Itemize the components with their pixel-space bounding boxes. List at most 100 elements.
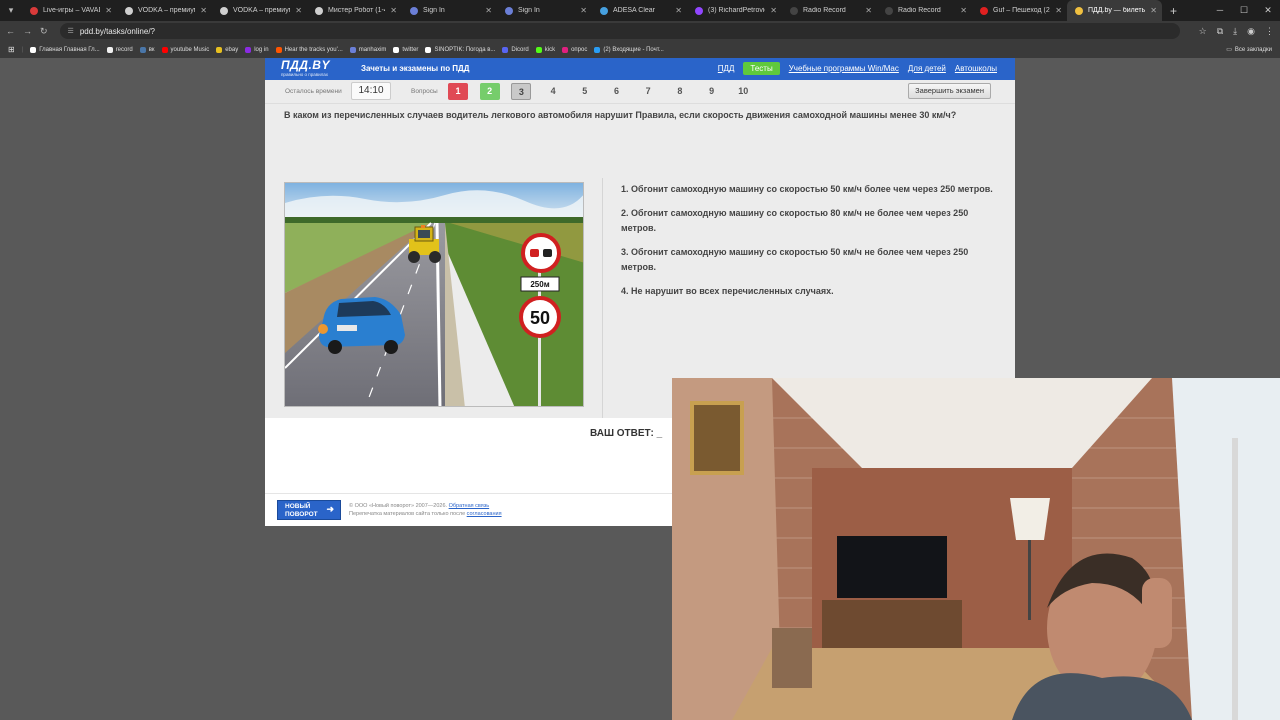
bookmark-item[interactable]: опрос <box>562 46 588 53</box>
tab-close-icon[interactable]: ✕ <box>960 6 967 15</box>
browser-tab[interactable]: Radio Record ✕ <box>782 0 877 21</box>
nav-item[interactable]: Для детей <box>908 64 946 73</box>
menu-icon[interactable]: ⋮ <box>1265 26 1274 37</box>
browser-tab[interactable]: Мистер Робот (1-4 сез ✕ <box>307 0 402 21</box>
divider <box>602 178 603 418</box>
bookmark-favicon-icon <box>594 46 601 53</box>
nav-item[interactable]: ПДД <box>718 64 735 73</box>
question-number-button[interactable]: 10 <box>733 83 753 100</box>
download-icon[interactable]: ⤓ <box>1233 26 1237 37</box>
feedback-link[interactable]: Обратная связь <box>449 503 490 509</box>
bookmark-item[interactable]: twitter <box>393 46 418 53</box>
question-number-button[interactable]: 1 <box>448 83 468 100</box>
tab-close-icon[interactable]: ✕ <box>580 6 587 15</box>
new-tab-button[interactable]: + <box>1162 4 1185 18</box>
question-number-button[interactable]: 2 <box>479 83 500 100</box>
reload-icon[interactable]: ↻ <box>40 26 48 37</box>
bookmark-item[interactable]: kick <box>535 46 556 53</box>
site-info-icon[interactable]: ☰ <box>68 27 74 35</box>
bookmark-item[interactable]: ebay <box>216 46 238 53</box>
bookmark-label: kick <box>544 46 556 53</box>
nav-item[interactable]: Тесты <box>743 62 780 75</box>
agreement-link[interactable]: согласования <box>467 511 502 517</box>
answer-option[interactable]: 4. Не нарушит во всех перечисленных случ… <box>621 284 1001 299</box>
browser-tab[interactable]: VODKA – премиум онл ✕ <box>212 0 307 21</box>
browser-tab[interactable]: Sign In ✕ <box>402 0 497 21</box>
pdd-logo[interactable]: ПДД.BY правильно о правилах <box>281 58 355 80</box>
bookmark-favicon-icon <box>30 46 37 53</box>
tab-favicon-icon <box>125 6 133 15</box>
close-window-icon[interactable]: ✕ <box>1256 0 1280 21</box>
maximize-icon[interactable]: ☐ <box>1232 0 1256 21</box>
question-number-button[interactable]: 8 <box>670 83 690 100</box>
tab-close-icon[interactable]: ✕ <box>200 6 207 15</box>
tab-close-icon[interactable]: ✕ <box>675 6 682 15</box>
bookmark-item[interactable]: log in <box>245 46 269 53</box>
nav-item[interactable]: Автошколы <box>955 64 997 73</box>
tab-title: Guf – Пешеход (2 <box>993 7 1050 14</box>
bookmark-item[interactable]: record <box>106 46 133 53</box>
answer-option[interactable]: 1. Обгонит самоходную машину со скорость… <box>621 182 1001 197</box>
answers-list: 1. Обгонит самоходную машину со скорость… <box>621 182 1001 308</box>
question-number-button[interactable]: 7 <box>638 83 658 100</box>
tab-close-icon[interactable]: ✕ <box>295 6 302 15</box>
apps-icon[interactable]: ⊞ <box>8 45 15 54</box>
bookmark-star-icon[interactable]: ☆ <box>1199 26 1207 37</box>
browser-tab[interactable]: ПДД.by — билеты он ✕ <box>1067 0 1162 21</box>
address-bar[interactable]: ☰ pdd.by/tasks/online/? <box>59 23 1180 39</box>
bookmark-item[interactable]: SINOPTIK: Погода в... <box>425 46 495 53</box>
bookmark-item[interactable]: вк <box>139 46 155 53</box>
tab-close-icon[interactable]: ✕ <box>105 6 112 15</box>
bookmark-favicon-icon <box>502 46 509 53</box>
tab-title: Radio Record <box>898 7 941 14</box>
tab-search-icon[interactable]: ▾ <box>0 0 22 21</box>
minimize-icon[interactable]: ─ <box>1208 0 1232 21</box>
back-icon[interactable]: ← <box>6 26 15 36</box>
bookmark-label: Главная Главная Гл... <box>39 46 100 53</box>
browser-tab[interactable]: Radio Record ✕ <box>877 0 972 21</box>
bookmark-favicon-icon <box>425 46 432 53</box>
tab-favicon-icon <box>695 6 703 15</box>
question-number-button[interactable]: 3 <box>511 83 532 100</box>
tab-close-icon[interactable]: ✕ <box>770 6 777 15</box>
bookmark-item[interactable]: Главная Главная Гл... <box>30 46 100 53</box>
tab-title: VODKA – премиум онл <box>233 7 290 14</box>
browser-tab[interactable]: Sign In ✕ <box>497 0 592 21</box>
browser-tab[interactable]: Guf – Пешеход (2 ✕ <box>972 0 1067 21</box>
bookmark-favicon-icon <box>349 46 356 53</box>
tab-close-icon[interactable]: ✕ <box>485 6 492 15</box>
bookmark-item[interactable]: Dicord <box>502 46 529 53</box>
bookmark-item[interactable]: youtube Music <box>161 46 209 53</box>
tab-close-icon[interactable]: ✕ <box>865 6 872 15</box>
question-number-button[interactable]: 6 <box>607 83 627 100</box>
tab-close-icon[interactable]: ✕ <box>1150 6 1157 15</box>
browser-tab[interactable]: ADESA Clear ✕ <box>592 0 687 21</box>
finish-exam-button[interactable]: Завершить экзамен <box>908 83 991 99</box>
tab-strip: ▾ Live-игры – VAVADA Casi✕ VODKA – премиу… <box>0 0 1280 21</box>
all-bookmarks[interactable]: ▭ Все закладки <box>1226 41 1272 58</box>
question-number-button[interactable]: 5 <box>575 83 595 100</box>
profile-icon[interactable]: ◉ <box>1247 26 1255 37</box>
browser-tab[interactable]: VODKA – премиум онл ✕ <box>117 0 212 21</box>
nav-item[interactable]: Учебные программы Win/Mac <box>789 64 899 73</box>
question-number-button[interactable]: 4 <box>543 83 563 100</box>
bookmark-label: manhaxim <box>358 46 387 53</box>
answer-option[interactable]: 3. Обгонит самоходную машину со скорость… <box>621 245 1001 275</box>
window-controls: ─ ☐ ✕ <box>1208 0 1280 21</box>
tab-close-icon[interactable]: ✕ <box>1055 6 1062 15</box>
question-number-button[interactable]: 9 <box>702 83 722 100</box>
bookmark-label: опрос <box>571 46 588 53</box>
bookmark-label: log in <box>254 46 269 53</box>
extensions-icon[interactable]: ⧉ <box>1217 26 1223 37</box>
bookmark-label: Dicord <box>511 46 529 53</box>
folder-icon: ▭ <box>1226 47 1232 53</box>
bookmark-item[interactable]: Hear the tracks you'... <box>275 46 343 53</box>
answer-option[interactable]: 2. Обгонит самоходную машину со скорость… <box>621 206 1001 236</box>
bookmark-item[interactable]: manhaxim <box>349 46 387 53</box>
browser-tab[interactable]: Live-игры – VAVADA Casi ✕ <box>22 0 117 21</box>
browser-tab[interactable]: (3) RichardPetrovich - ✕ <box>687 0 782 21</box>
tab-close-icon[interactable]: ✕ <box>390 6 397 15</box>
bookmark-item[interactable]: (2) Входящие - Почт... <box>594 46 664 53</box>
forward-icon[interactable]: → <box>23 26 32 36</box>
novy-povorot-logo[interactable]: НОВЫЙ ПОВОРОТ ➜ <box>277 500 341 520</box>
